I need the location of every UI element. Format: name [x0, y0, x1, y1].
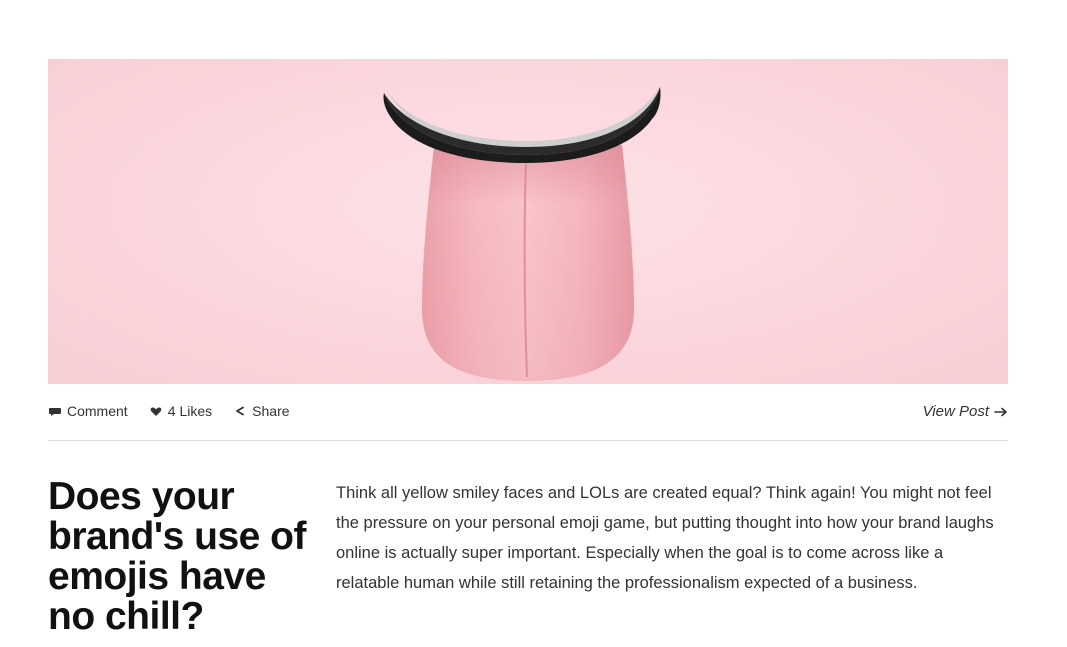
- post-hero-image[interactable]: [48, 59, 1008, 384]
- view-post-label: View Post: [922, 402, 989, 420]
- comment-label: Comment: [67, 403, 128, 419]
- share-button[interactable]: Share: [233, 403, 290, 419]
- share-label: Share: [252, 403, 290, 419]
- comment-icon: [48, 405, 62, 417]
- post-meta-bar: Comment 4 Likes Share View Post: [48, 396, 1008, 426]
- likes-count: 4: [167, 403, 176, 419]
- share-icon: [233, 405, 247, 417]
- meta-divider: [48, 440, 1008, 441]
- comment-button[interactable]: Comment: [48, 403, 128, 419]
- heart-icon: [149, 405, 163, 417]
- likes-button[interactable]: 4 Likes: [149, 403, 212, 419]
- tongue-emoji-illustration: [383, 85, 661, 381]
- post-title[interactable]: Does your brand's use of emojis have no …: [48, 477, 318, 637]
- post-excerpt: Think all yellow smiley faces and LOLs a…: [336, 484, 994, 592]
- view-post-link[interactable]: View Post: [923, 403, 1008, 420]
- likes-label: Likes: [179, 403, 213, 419]
- right-arrow-icon: [994, 405, 1008, 417]
